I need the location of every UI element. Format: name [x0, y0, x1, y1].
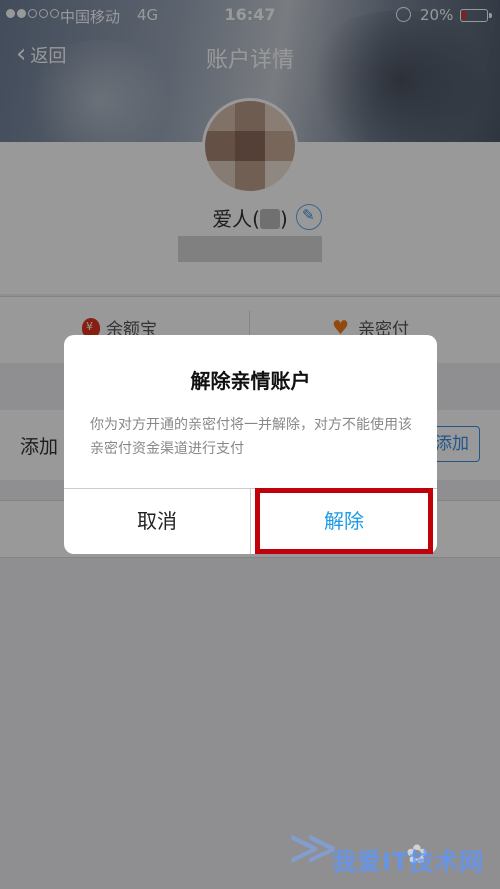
watermark: ≫ ✿ 我爱IT技术网 [288, 820, 498, 884]
dialog-message: 你为对方开通的亲密付将一并解除，对方不能使用该亲密付资金渠道进行支付 [90, 417, 412, 457]
cancel-button[interactable]: 取消 [64, 489, 250, 554]
dialog-title: 解除亲情账户 [190, 369, 311, 393]
watermark-text: 我爱IT技术网 [332, 848, 485, 876]
highlight-annotation [255, 488, 433, 554]
